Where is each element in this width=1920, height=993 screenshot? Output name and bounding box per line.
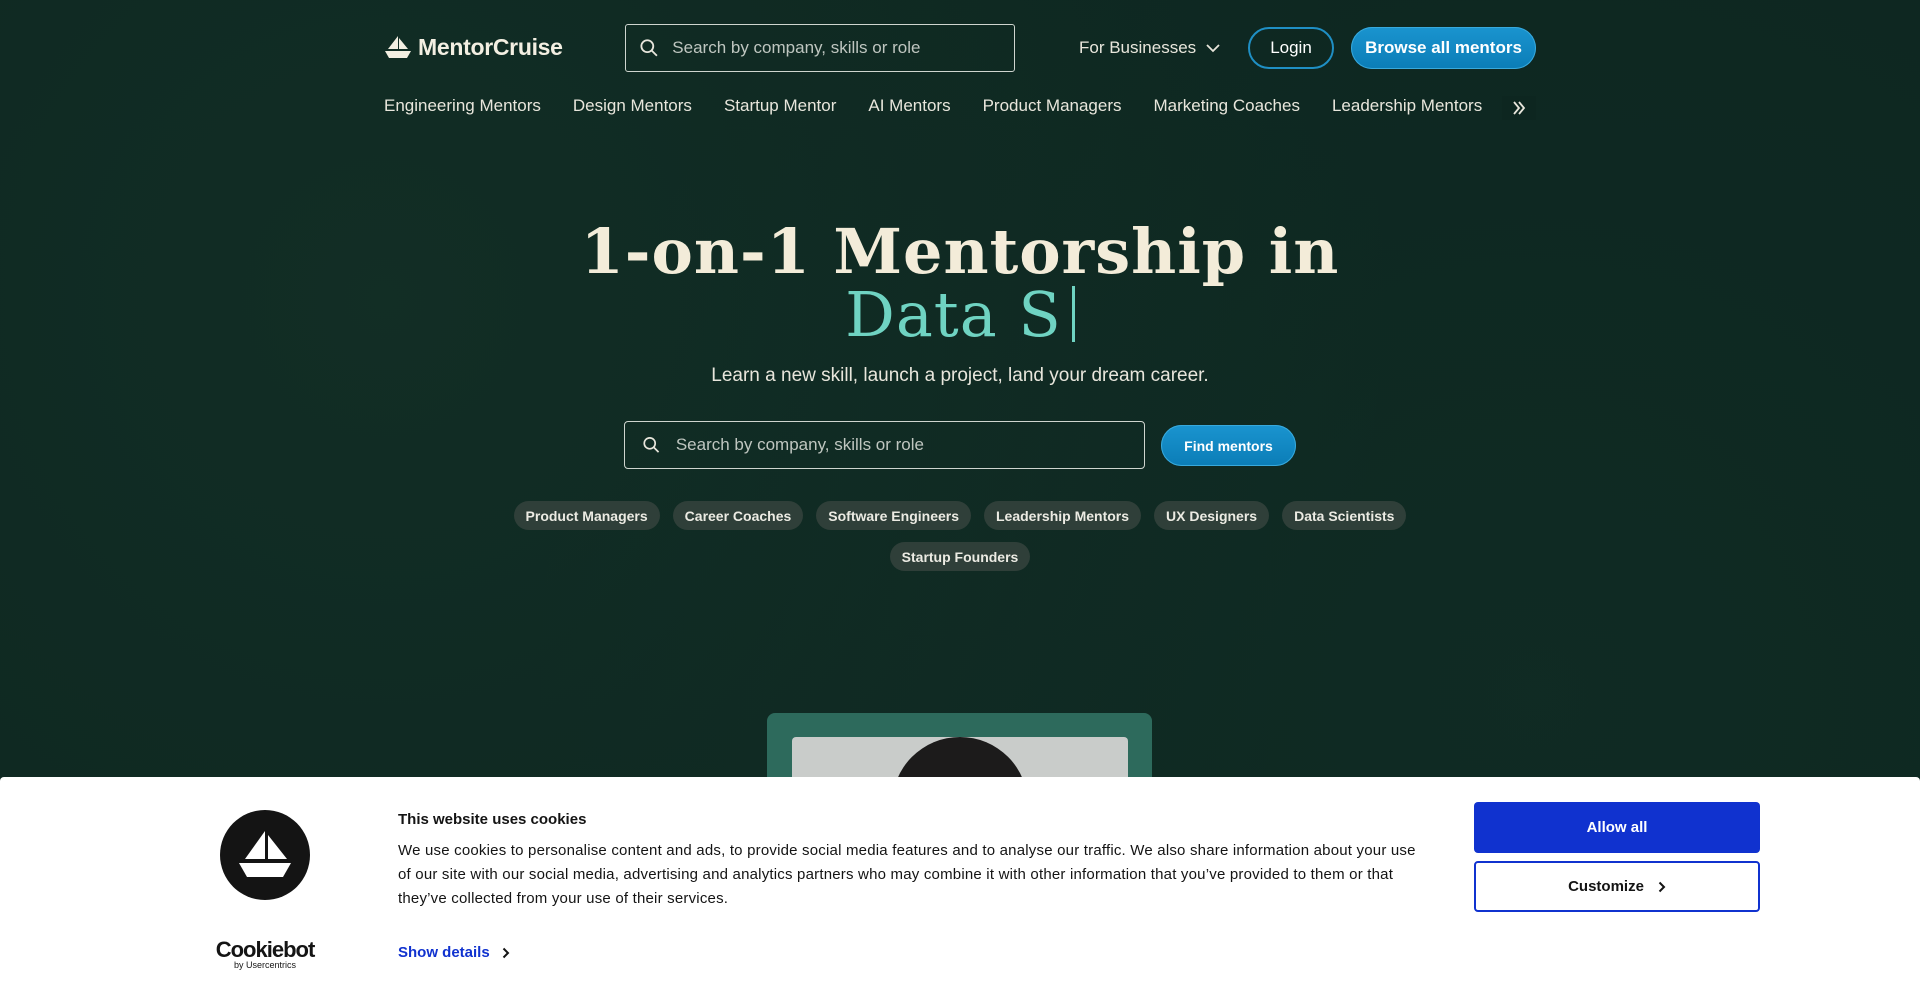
customize-label: Customize — [1568, 878, 1644, 895]
site-header: MentorCruise For Businesses Login Browse… — [0, 0, 1920, 120]
for-businesses-label: For Businesses — [1079, 38, 1197, 57]
double-chevron-right-icon — [1513, 101, 1526, 115]
hero-subtitle: Learn a new skill, launch a project, lan… — [711, 365, 1209, 386]
chip-startup-founders[interactable]: Startup Founders — [889, 542, 1031, 571]
for-businesses-dropdown[interactable]: For Businesses — [1079, 38, 1220, 58]
cookie-title: This website uses cookies — [398, 811, 587, 828]
nav-scroll-right-button[interactable] — [1502, 96, 1536, 120]
search-icon — [640, 39, 658, 57]
chevron-right-icon — [1658, 881, 1666, 892]
chip-ux-designers[interactable]: UX Designers — [1154, 501, 1270, 530]
nav-item-marketing-coaches[interactable]: Marketing Coaches — [1154, 96, 1300, 120]
nav-item-ai-mentors[interactable]: AI Mentors — [868, 96, 950, 120]
chevron-right-icon — [502, 947, 510, 958]
login-button[interactable]: Login — [1248, 27, 1334, 69]
chip-product-managers[interactable]: Product Managers — [513, 501, 660, 530]
chevron-down-icon — [1206, 43, 1220, 52]
nav-item-engineering-mentors[interactable]: Engineering Mentors — [384, 96, 541, 120]
search-icon — [643, 437, 660, 453]
hero-typed-word: Data S — [845, 278, 1062, 351]
cookie-text: We use cookies to personalise content an… — [398, 842, 1416, 907]
cookie-banner: Cookiebot by Usercentrics This website u… — [0, 777, 1920, 993]
chip-data-scientists[interactable]: Data Scientists — [1282, 501, 1407, 530]
allow-all-button[interactable]: Allow all — [1474, 802, 1760, 853]
header-search-input[interactable] — [672, 38, 1014, 58]
hero-typed-text: Data S — [0, 284, 1920, 346]
hero-title: 1-on-1 Mentorship in — [580, 215, 1340, 288]
chip-leadership-mentors[interactable]: Leadership Mentors — [984, 501, 1142, 530]
customize-button[interactable]: Customize — [1474, 861, 1760, 912]
category-chips: Product Managers Career Coaches Software… — [500, 501, 1420, 571]
header-search[interactable] — [625, 24, 1015, 72]
logo[interactable]: MentorCruise — [384, 34, 563, 61]
find-mentors-button[interactable]: Find mentors — [1161, 425, 1296, 466]
chip-career-coaches[interactable]: Career Coaches — [672, 501, 804, 530]
typing-caret — [1071, 286, 1075, 342]
nav-item-leadership-mentors[interactable]: Leadership Mentors — [1332, 96, 1482, 120]
cookiebot-ship-icon — [220, 810, 310, 900]
logo-text: MentorCruise — [418, 34, 563, 60]
nav-item-startup-mentor[interactable]: Startup Mentor — [724, 96, 836, 120]
chip-software-engineers[interactable]: Software Engineers — [816, 501, 971, 530]
show-details-label: Show details — [398, 944, 490, 961]
logo-ship-icon — [385, 35, 411, 58]
nav-item-design-mentors[interactable]: Design Mentors — [573, 96, 692, 120]
nav-item-product-managers[interactable]: Product Managers — [983, 96, 1122, 120]
show-details-link[interactable]: Show details — [398, 944, 510, 961]
cookiebot-brand: Cookiebot by Usercentrics — [213, 937, 317, 970]
category-nav: Engineering Mentors Design Mentors Start… — [384, 96, 1524, 120]
browse-all-mentors-button[interactable]: Browse all mentors — [1351, 27, 1536, 69]
hero-search[interactable] — [624, 421, 1145, 469]
hero-search-input[interactable] — [675, 435, 1144, 455]
